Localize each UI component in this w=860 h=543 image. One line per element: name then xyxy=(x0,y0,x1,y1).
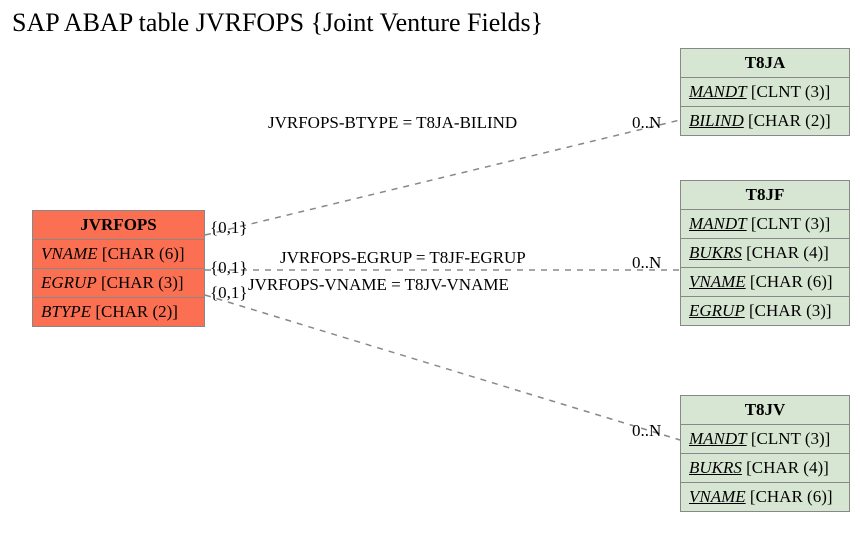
card-right-r1: 0..N xyxy=(632,113,661,133)
field-name: VNAME xyxy=(41,244,98,263)
entity-t8jf-field-2: VNAME [CHAR (6)] xyxy=(681,268,849,297)
field-type: [CLNT (3)] xyxy=(751,214,830,233)
entity-t8ja-field-1: BILIND [CHAR (2)] xyxy=(681,107,849,135)
entity-t8jv: T8JV MANDT [CLNT (3)] BUKRS [CHAR (4)] V… xyxy=(680,395,850,512)
field-type: [CHAR (4)] xyxy=(746,243,829,262)
field-type: [CHAR (6)] xyxy=(750,487,833,506)
field-name: BILIND xyxy=(689,111,744,130)
field-type: [CHAR (3)] xyxy=(749,301,832,320)
card-left-r3: {0,1} xyxy=(210,283,248,303)
field-type: [CLNT (3)] xyxy=(751,429,830,448)
card-left-r1: {0,1} xyxy=(210,218,248,238)
card-left-r2: {0,1} xyxy=(210,258,248,278)
field-name: BUKRS xyxy=(689,458,742,477)
entity-t8jf: T8JF MANDT [CLNT (3)] BUKRS [CHAR (4)] V… xyxy=(680,180,850,326)
field-name: BTYPE xyxy=(41,302,91,321)
entity-jvrfops: JVRFOPS VNAME [CHAR (6)] EGRUP [CHAR (3)… xyxy=(32,210,205,327)
entity-t8jv-header: T8JV xyxy=(681,396,849,425)
field-name: MANDT xyxy=(689,429,747,448)
card-right-r2: 0..N xyxy=(632,253,661,273)
entity-jvrfops-field-0: VNAME [CHAR (6)] xyxy=(33,240,204,269)
entity-t8jv-field-1: BUKRS [CHAR (4)] xyxy=(681,454,849,483)
field-type: [CHAR (2)] xyxy=(748,111,831,130)
field-type: [CHAR (6)] xyxy=(750,272,833,291)
entity-jvrfops-field-2: BTYPE [CHAR (2)] xyxy=(33,298,204,326)
entity-t8ja-field-0: MANDT [CLNT (3)] xyxy=(681,78,849,107)
entity-t8jv-field-0: MANDT [CLNT (3)] xyxy=(681,425,849,454)
entity-t8jv-field-2: VNAME [CHAR (6)] xyxy=(681,483,849,511)
entity-t8jf-field-1: BUKRS [CHAR (4)] xyxy=(681,239,849,268)
entity-jvrfops-field-1: EGRUP [CHAR (3)] xyxy=(33,269,204,298)
field-name: MANDT xyxy=(689,214,747,233)
field-type: [CHAR (2)] xyxy=(95,302,178,321)
entity-t8jf-header: T8JF xyxy=(681,181,849,210)
field-type: [CHAR (4)] xyxy=(746,458,829,477)
field-name: MANDT xyxy=(689,82,747,101)
card-right-r3: 0..N xyxy=(632,421,661,441)
relation-label-r2: JVRFOPS-EGRUP = T8JF-EGRUP xyxy=(280,248,526,268)
diagram-title: SAP ABAP table JVRFOPS {Joint Venture Fi… xyxy=(12,8,543,38)
entity-jvrfops-header: JVRFOPS xyxy=(33,211,204,240)
relation-label-r3: JVRFOPS-VNAME = T8JV-VNAME xyxy=(248,275,509,295)
entity-t8ja: T8JA MANDT [CLNT (3)] BILIND [CHAR (2)] xyxy=(680,48,850,136)
relation-label-r1: JVRFOPS-BTYPE = T8JA-BILIND xyxy=(268,113,517,133)
field-name: VNAME xyxy=(689,487,746,506)
entity-t8jf-field-0: MANDT [CLNT (3)] xyxy=(681,210,849,239)
entity-t8jf-field-3: EGRUP [CHAR (3)] xyxy=(681,297,849,325)
entity-t8ja-header: T8JA xyxy=(681,49,849,78)
field-name: EGRUP xyxy=(41,273,97,292)
field-name: BUKRS xyxy=(689,243,742,262)
field-name: EGRUP xyxy=(689,301,745,320)
field-name: VNAME xyxy=(689,272,746,291)
field-type: [CLNT (3)] xyxy=(751,82,830,101)
field-type: [CHAR (3)] xyxy=(101,273,184,292)
field-type: [CHAR (6)] xyxy=(102,244,185,263)
